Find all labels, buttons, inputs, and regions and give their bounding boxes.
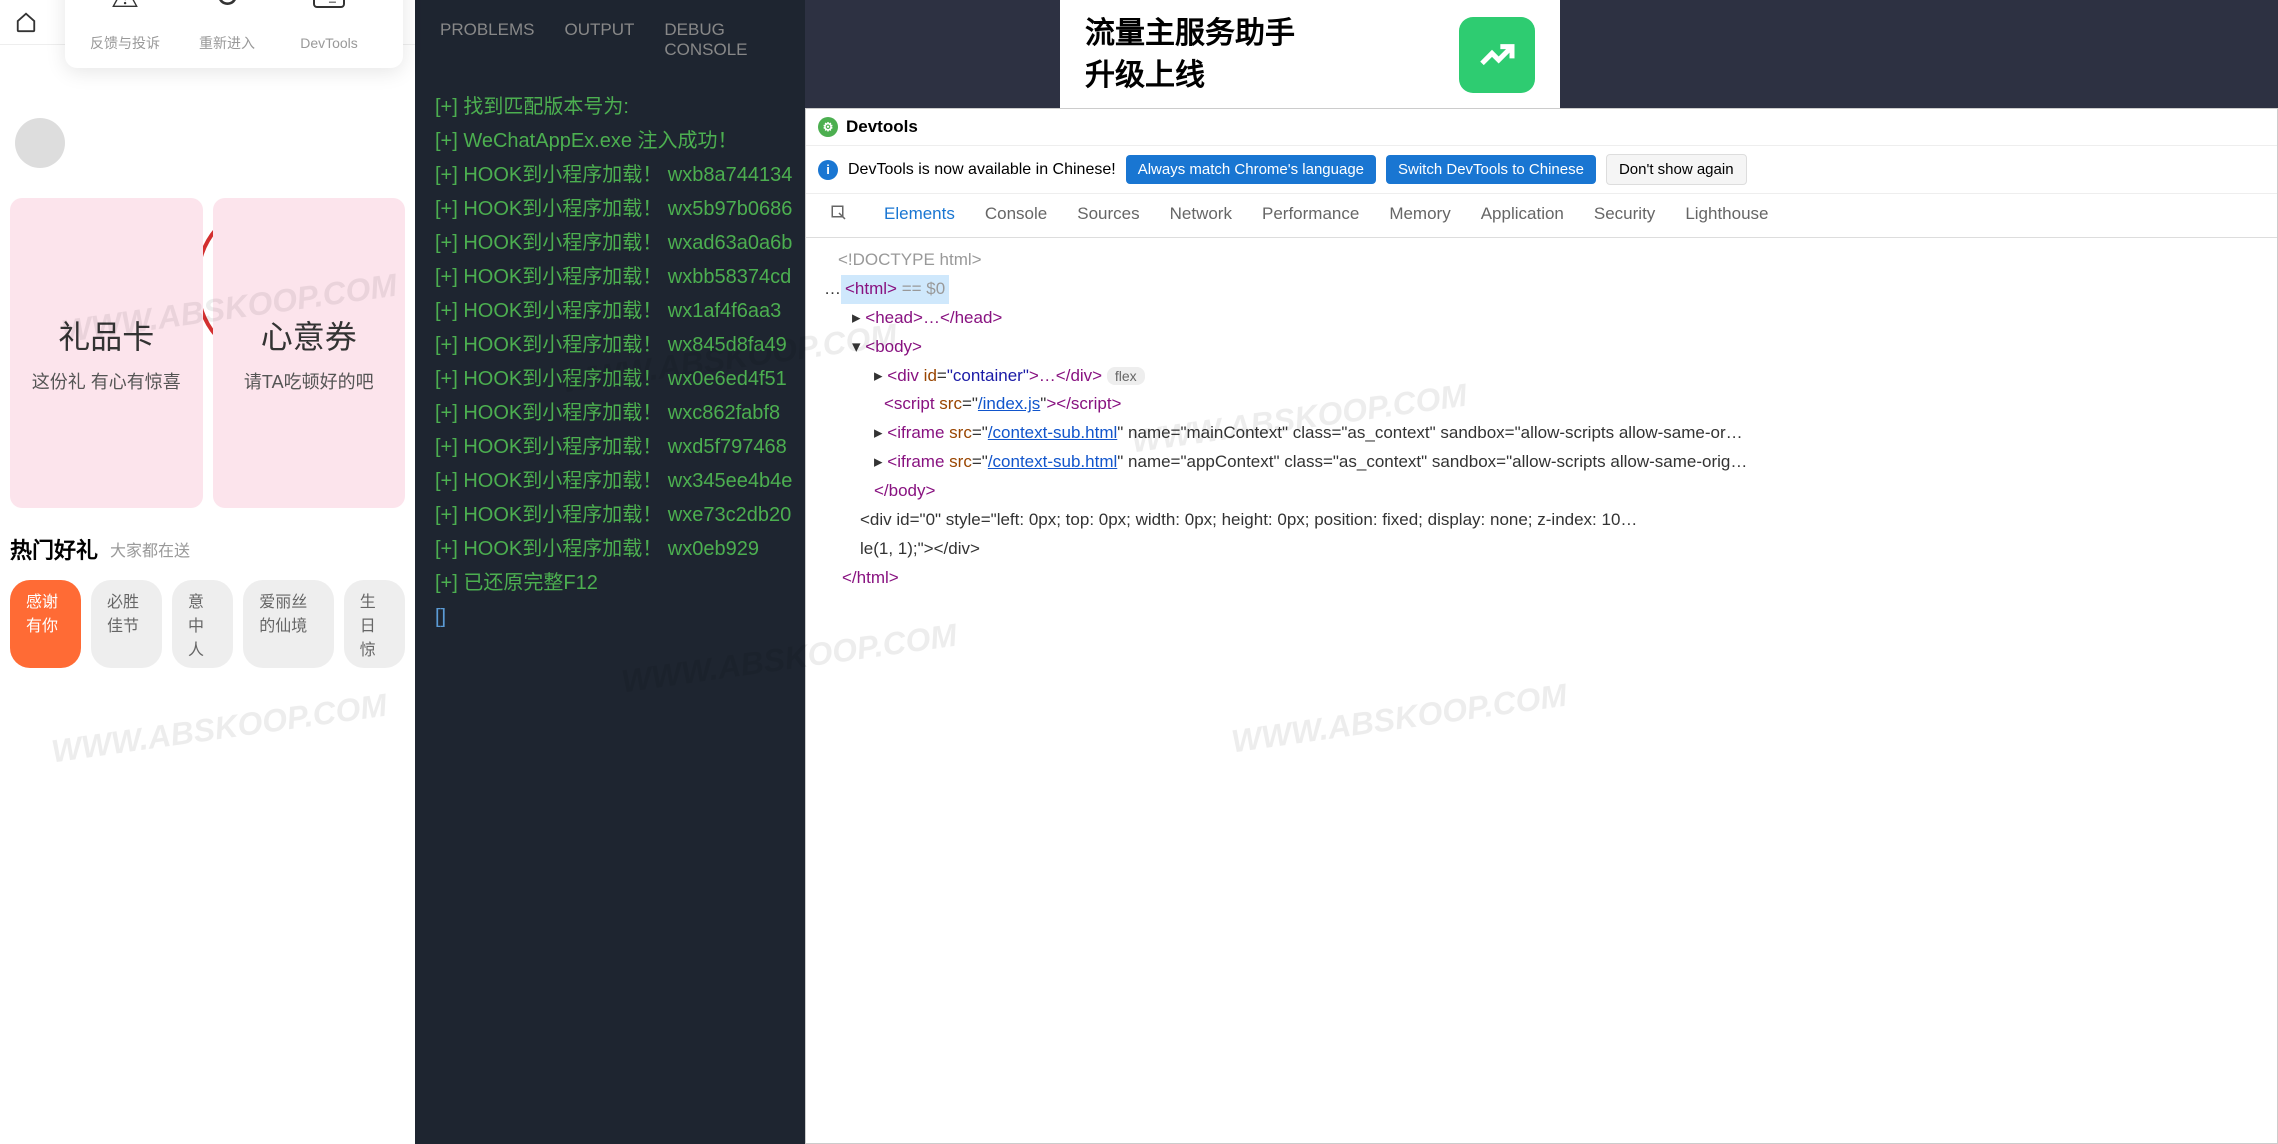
hot-title: 热门好礼	[10, 533, 98, 565]
devtools-tab[interactable]: Performance	[1262, 204, 1359, 227]
devtools-window: ⚙ Devtools i DevTools is now available i…	[805, 108, 2278, 1144]
terminal-tabs: PROBLEMS OUTPUT DEBUG CONSOLE	[415, 0, 805, 80]
match-language-button[interactable]: Always match Chrome's language	[1126, 155, 1376, 184]
devtools-tab[interactable]: Console	[985, 204, 1047, 227]
card-coupon[interactable]: 心意券 请TA吃顿好的吧	[213, 198, 406, 508]
devtools-logo-icon: ⚙	[818, 117, 838, 137]
miniprogram-panel: 必胜有礼 ••• — ◉ 更 美食 必胜客必胜有礼 › ↗转发给朋友添加到我的小…	[0, 0, 415, 1144]
info-icon: i	[818, 160, 838, 180]
action-icon: ⚠	[95, 0, 155, 26]
flyout-action[interactable]: ↻重新进入	[182, 0, 272, 53]
cards-row: 礼品卡 这份礼 有心有惊喜 心意券 请TA吃顿好的吧	[0, 188, 415, 518]
devtools-tab[interactable]: Application	[1481, 204, 1564, 227]
terminal-panel: PROBLEMS OUTPUT DEBUG CONSOLE [+] 找到匹配版本号为…	[415, 0, 805, 1144]
action-icon: >_	[299, 0, 359, 26]
devtools-tab[interactable]: Elements	[884, 204, 955, 227]
home-icon[interactable]	[12, 8, 40, 36]
hot-sub: 大家都在送	[110, 537, 190, 561]
devtools-title: Devtools	[846, 117, 918, 137]
flyout-action[interactable]: >_DevTools	[284, 0, 374, 53]
card-gift[interactable]: 礼品卡 这份礼 有心有惊喜	[10, 198, 203, 508]
devtools-tab[interactable]: Lighthouse	[1685, 204, 1768, 227]
tag[interactable]: 感谢有你	[10, 580, 81, 668]
terminal-output: [+] 找到匹配版本号为:[+] WeChatAppEx.exe 注入成功！[+…	[415, 80, 805, 644]
dom-tree[interactable]: <!DOCTYPE html> …<html> == $0 ▸ <head>…<…	[806, 238, 2277, 601]
terminal-tab[interactable]: PROBLEMS	[440, 20, 534, 60]
switch-chinese-button[interactable]: Switch DevTools to Chinese	[1386, 155, 1596, 184]
devtools-tab[interactable]: Sources	[1077, 204, 1139, 227]
chart-up-icon	[1459, 17, 1535, 93]
promo-banner: 流量主服务助手 升级上线	[1060, 0, 1560, 110]
devtools-tab[interactable]: Memory	[1389, 204, 1450, 227]
action-icon: ↻	[197, 0, 257, 26]
terminal-tab[interactable]: DEBUG CONSOLE	[664, 20, 780, 60]
tag[interactable]: 爱丽丝的仙境	[243, 580, 334, 668]
tag[interactable]: 必胜佳节	[91, 580, 162, 668]
flyout-action[interactable]: ⚠反馈与投诉	[80, 0, 170, 53]
devtools-tab[interactable]: Network	[1170, 204, 1232, 227]
devtools-tab[interactable]: Security	[1594, 204, 1655, 227]
tags-row: 感谢有你必胜佳节意中人爱丽丝的仙境生日惊	[0, 580, 415, 668]
inspect-icon[interactable]	[824, 204, 854, 227]
action-flyout: 必胜客必胜有礼 › ↗转发给朋友添加到我的小程序🖥添加到电脑桌面⚠反馈与投诉↻重…	[65, 0, 403, 68]
dont-show-button[interactable]: Don't show again	[1606, 154, 1747, 185]
tag[interactable]: 意中人	[172, 580, 233, 668]
terminal-tab[interactable]: OUTPUT	[564, 20, 634, 60]
avatar	[15, 118, 65, 168]
notice-text: DevTools is now available in Chinese!	[848, 161, 1116, 179]
tag[interactable]: 生日惊	[344, 580, 405, 668]
